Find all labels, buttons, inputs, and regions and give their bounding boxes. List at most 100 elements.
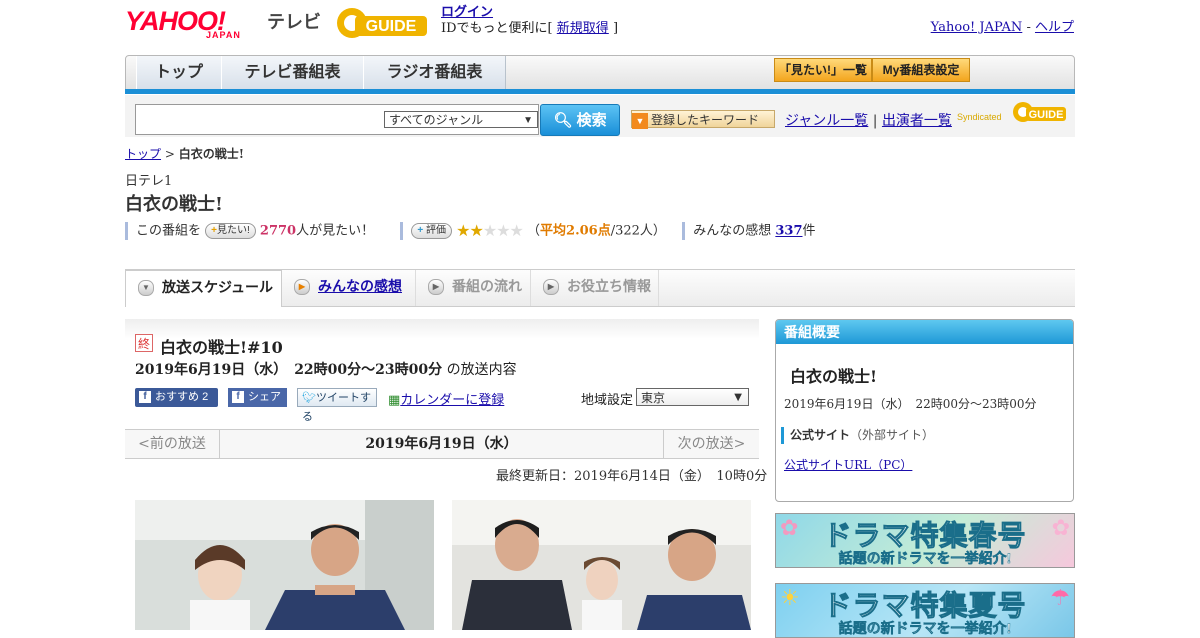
tab-useful-info[interactable]: ▶ お役立ち情報 — [531, 270, 659, 306]
episode-datetime-value: 2019年6月19日（水） 22時00分～23時00分 — [135, 362, 443, 378]
rate-button-label: 評価 — [426, 225, 447, 236]
breadcrumb-separator: > — [164, 147, 175, 161]
play-icon: ▶ — [294, 279, 310, 296]
episode-photo-1 — [135, 500, 434, 630]
want-count: 2770 — [259, 223, 297, 239]
episode-datetime: 2019年6月19日（水） 22時00分～23時00分 の放送内容 — [135, 359, 517, 379]
tab-schedule-label: 放送スケジュール — [162, 279, 274, 295]
g-guide-logo-text: GUIDE — [366, 18, 417, 35]
facebook-icon: f — [139, 391, 151, 404]
rating-avg-prefix: （ — [527, 223, 541, 239]
search-button-label: 検索 — [576, 112, 607, 129]
facebook-share-button[interactable]: f シェア — [228, 388, 287, 407]
register-link[interactable]: 新規取得 — [557, 21, 609, 36]
broadcast-date-nav: <前の放送 2019年6月19日（水） 次の放送> — [125, 429, 759, 459]
content-tabs: ▼ 放送スケジュール ▶ みんなの感想 ▶ 番組の流れ ▶ お役立ち情報 — [125, 270, 1075, 307]
star-full-icon: ★ — [469, 221, 484, 240]
official-site-pc-link[interactable]: 公式サイトURL（PC） — [784, 458, 912, 472]
breadcrumb-top-link[interactable]: トップ — [125, 147, 161, 161]
calendar-register[interactable]: ▦カレンダーに登録 — [388, 389, 504, 408]
star-empty-icon: ★ — [482, 221, 497, 240]
calendar-register-link[interactable]: カレンダーに登録 — [400, 393, 504, 408]
want-prefix: この番組を — [136, 223, 202, 239]
genre-select[interactable]: すべてのジャンル ▼ — [384, 111, 538, 128]
syndicated-logo-text: GUIDE — [1029, 109, 1064, 121]
episode-photo-2 — [452, 500, 751, 630]
tab-info-label: お役立ち情報 — [567, 278, 651, 294]
overview-datetime: 2019年6月19日（水） 22時00分～23時00分 — [784, 397, 1037, 411]
header-links: Yahoo! JAPAN - ヘルプ — [931, 16, 1074, 35]
next-broadcast-button[interactable]: 次の放送> — [663, 430, 759, 458]
twitter-bird-icon: 🐦︎ — [302, 392, 316, 404]
program-stats-row: この番組を +見たい! 2770人が見たい！ + 評価 ★★★★★ （平均2.0… — [125, 222, 816, 240]
login-link[interactable]: ログイン — [441, 5, 493, 20]
rate-button[interactable]: + 評価 — [411, 223, 453, 239]
breadcrumb: トップ > 白衣の戦士! — [125, 145, 244, 162]
official-site-title: 公式サイト — [790, 428, 851, 442]
chevron-down-icon: ▼ — [734, 392, 742, 403]
drama-spring-banner[interactable]: ✿ ✿ ドラマ特集春号 話題の新ドラマを一挙紹介! — [775, 513, 1075, 568]
login-sub-suffix: ] — [612, 21, 619, 36]
tweet-button[interactable]: 🐦︎ツイートする — [297, 388, 377, 423]
my-schedule-button[interactable]: My番組表設定 — [872, 58, 970, 82]
recommend-count: 2 — [202, 391, 209, 403]
tab-flow-label: 番組の流れ — [452, 278, 522, 294]
tab-program-flow[interactable]: ▶ 番組の流れ — [416, 270, 531, 306]
rating-average: 平均2.06点 — [540, 223, 611, 239]
previous-broadcast-button[interactable]: <前の放送 — [125, 430, 220, 458]
login-box: ログイン IDでもっと便利に[ 新規取得 ] — [441, 5, 618, 37]
syndicated-guide-logo: GUIDE — [1012, 101, 1068, 125]
final-episode-badge: 終 — [135, 334, 153, 352]
current-broadcast-date: 2019年6月19日（水） — [365, 436, 518, 452]
main-nav: トップ テレビ番組表 ラジオ番組表 「見たい!」一覧 My番組表設定 — [125, 55, 1075, 90]
star-empty-icon: ★ — [496, 221, 510, 240]
tab-schedule[interactable]: ▼ 放送スケジュール — [125, 270, 282, 307]
banner-subtitle: 話題の新ドラマを一挙紹介! — [838, 550, 1012, 567]
impressions-prefix: みんなの感想 — [693, 223, 772, 239]
play-icon: ▶ — [543, 279, 559, 296]
nav-tab-tv-schedule[interactable]: テレビ番組表 — [221, 56, 364, 89]
want-list-button[interactable]: 「見たい!」一覧 — [774, 58, 872, 82]
play-icon: ▶ — [428, 279, 444, 296]
chevron-down-icon: ▼ — [138, 280, 154, 297]
plus-icon: + — [417, 225, 424, 236]
registered-keyword-label: 登録したキーワード — [651, 113, 760, 127]
program-overview-heading: 番組概要 — [776, 320, 1073, 344]
region-label: 地域設定 — [581, 393, 634, 408]
registered-keyword-button[interactable]: ▼ 登録したキーワード — [631, 110, 775, 129]
genre-list-link[interactable]: ジャンル一覧 — [785, 113, 868, 129]
tab-impressions[interactable]: ▶ みんなの感想 — [282, 270, 416, 306]
help-link[interactable]: ヘルプ — [1035, 20, 1074, 35]
cast-list-link[interactable]: 出演者一覧 — [882, 113, 952, 129]
star-full-icon: ★ — [456, 221, 470, 240]
search-link-divider: | — [872, 113, 878, 129]
nav-tab-top[interactable]: トップ — [136, 56, 222, 89]
impressions-count-link[interactable]: 337 — [775, 224, 802, 239]
recommend-label: おすすめ — [155, 391, 199, 403]
episode-date-suffix: の放送内容 — [446, 362, 517, 378]
stat-divider — [400, 222, 404, 240]
tv-logo-text[interactable]: テレビ — [267, 8, 321, 34]
triangle-down-icon: ▼ — [632, 113, 648, 129]
channel-name: 日テレ1 — [125, 174, 173, 189]
page-title: 白衣の戦士! — [125, 194, 223, 215]
official-site-pc-link-wrap: 公式サイトURL（PC） — [784, 456, 912, 473]
yahoo-japan-link[interactable]: Yahoo! JAPAN — [931, 20, 1023, 35]
impressions-suffix: 件 — [802, 223, 816, 239]
tab-impressions-label: みんなの感想 — [318, 278, 402, 294]
g-guide-logo[interactable]: GUIDE — [335, 6, 431, 40]
yahoo-japan-logo-sub: JAPAN — [206, 30, 241, 40]
last-updated: 最終更新日：2019年6月14日（金） 10時0分 — [496, 469, 768, 484]
nav-tab-radio-schedule[interactable]: ラジオ番組表 — [363, 56, 506, 89]
want-button[interactable]: +見たい! — [205, 223, 256, 239]
region-select[interactable]: 東京 ▼ — [636, 388, 749, 406]
chevron-down-icon: ▼ — [523, 115, 533, 126]
region-select-value: 東京 — [641, 391, 666, 405]
header-link-separator: - — [1026, 20, 1031, 35]
facebook-recommend-button[interactable]: f おすすめ 2 — [135, 388, 218, 407]
facebook-icon: f — [232, 391, 244, 404]
want-suffix: 人が見たい！ — [296, 223, 375, 239]
calendar-icon: ▦ — [388, 393, 401, 408]
search-links: ジャンル一覧 | 出演者一覧 — [785, 110, 952, 130]
search-button[interactable]: 🔍︎ 検索 — [540, 104, 620, 136]
